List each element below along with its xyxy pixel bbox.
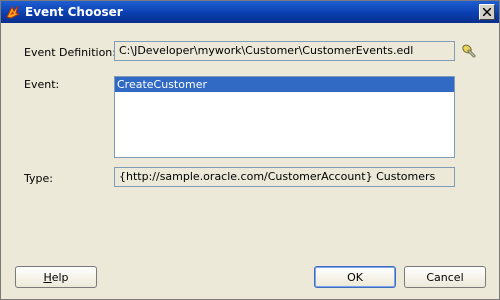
title-bar[interactable]: Event Chooser (1, 1, 499, 23)
window-title: Event Chooser (25, 5, 123, 19)
help-button-label: Help (43, 270, 69, 284)
ok-button-label: OK (347, 270, 363, 284)
event-definition-field[interactable]: C:\JDeveloper\mywork\Customer\CustomerEv… (114, 41, 455, 61)
list-item-createcustomer[interactable]: CreateCustomer (115, 77, 454, 92)
type-field: {http://sample.oracle.com/CustomerAccoun… (114, 167, 455, 187)
close-button[interactable] (479, 4, 495, 20)
flashlight-icon[interactable] (461, 43, 477, 59)
cancel-button-label: Cancel (426, 270, 464, 284)
ok-button[interactable]: OK (314, 266, 396, 288)
cancel-button[interactable]: Cancel (404, 266, 486, 288)
app-icon (6, 5, 21, 19)
help-button[interactable]: Help (15, 266, 97, 288)
close-icon (483, 8, 491, 16)
type-label: Type: (24, 172, 53, 185)
event-list[interactable]: CreateCustomer (114, 76, 455, 158)
event-chooser-dialog: Event Chooser Event Definition: C:\JDeve… (0, 0, 500, 300)
event-label: Event: (24, 78, 60, 91)
event-definition-label: Event Definition: (24, 46, 116, 59)
